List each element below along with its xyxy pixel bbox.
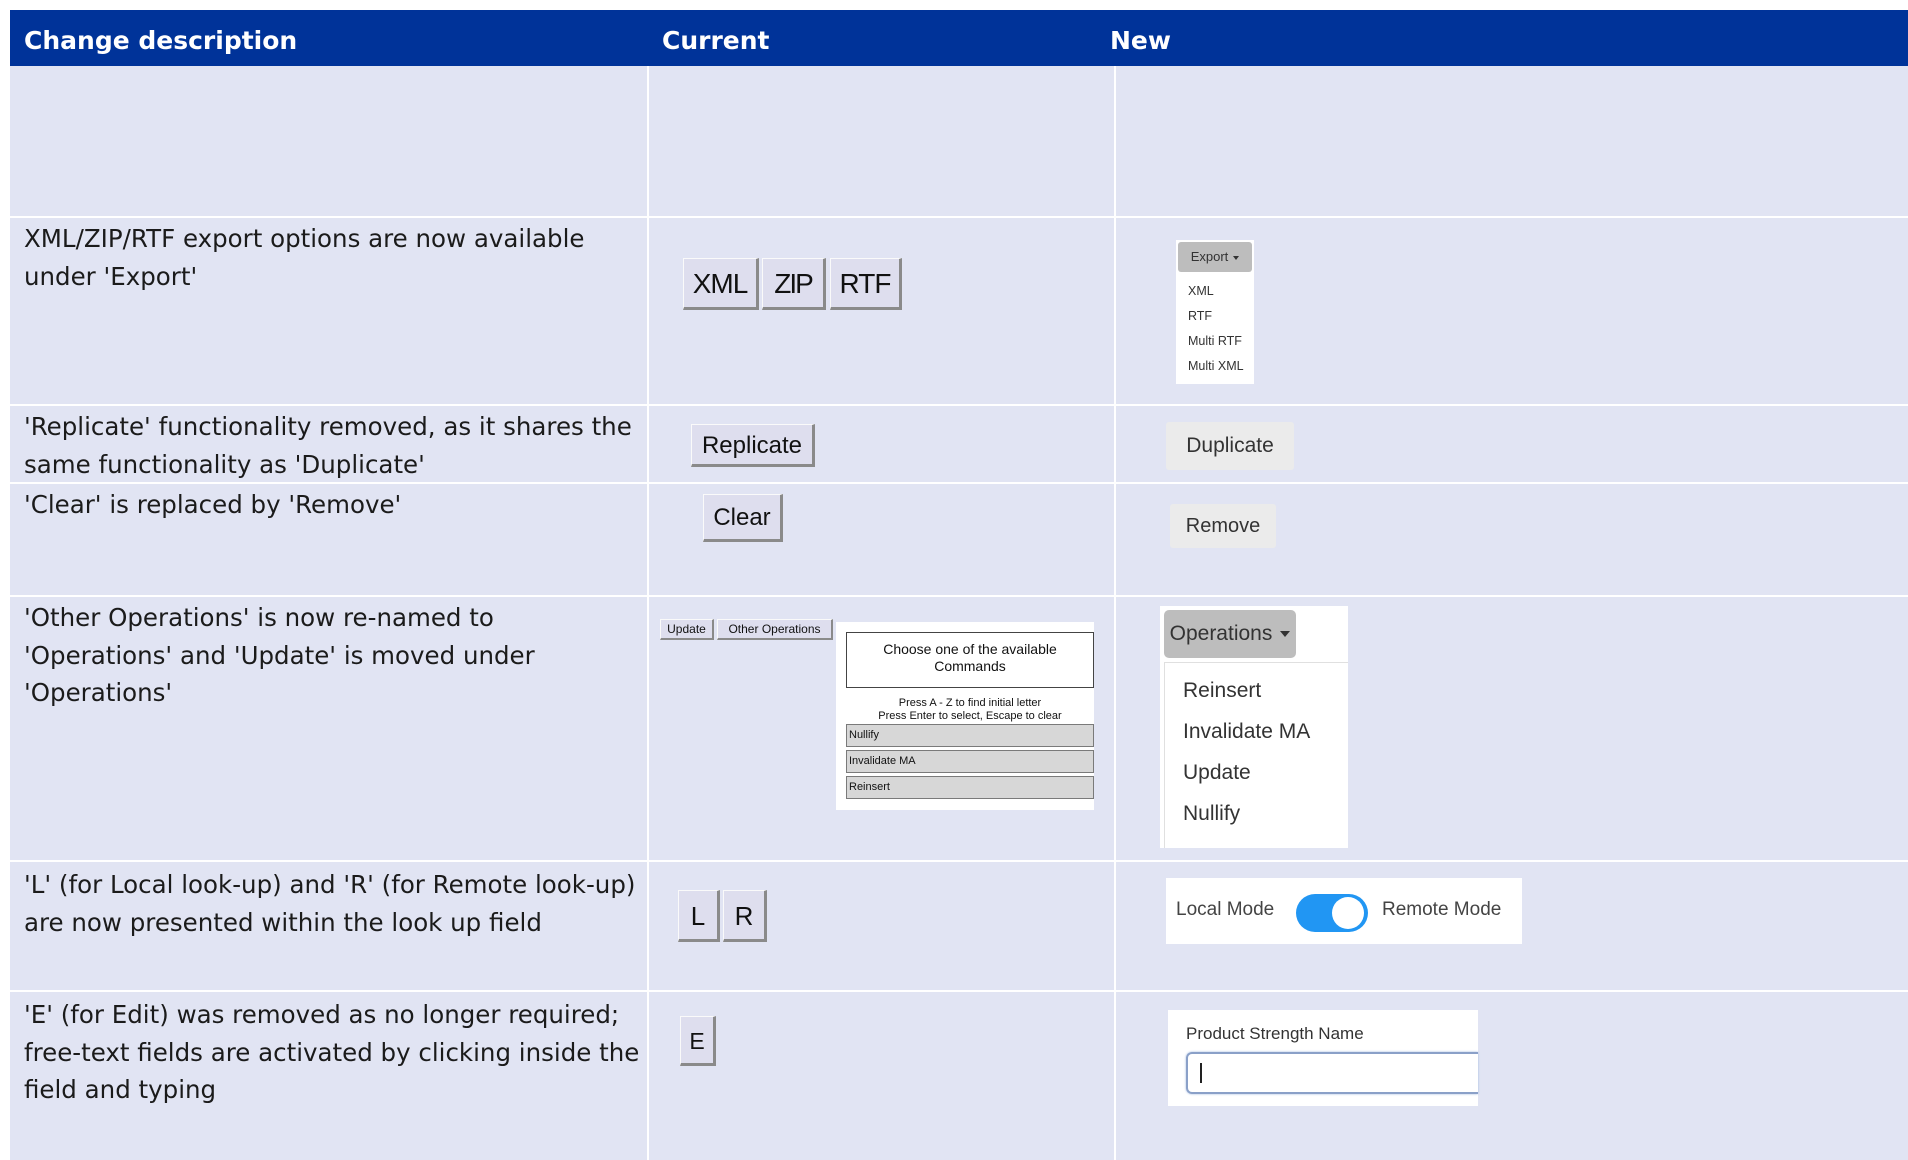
- local-mode-label: Local Mode: [1176, 899, 1275, 920]
- export-menu-item-xml[interactable]: XML: [1188, 284, 1214, 298]
- product-strength-input[interactable]: [1186, 1052, 1478, 1094]
- export-button-label: Export: [1190, 249, 1229, 264]
- mode-toggle[interactable]: [1296, 894, 1368, 932]
- export-dropdown-menu: Export XML RTF Multi RTF Multi XML: [1176, 240, 1254, 384]
- change-table: Change description Current New XML/ZIP/R…: [10, 10, 1908, 1160]
- other-operations-button[interactable]: Other Operations: [717, 619, 833, 640]
- header-change-description: Change description: [24, 26, 298, 55]
- row-divider: [10, 990, 1908, 992]
- operations-menu-item-nullify[interactable]: Nullify: [1183, 802, 1240, 826]
- update-button[interactable]: Update: [660, 619, 714, 640]
- row-divider: [10, 216, 1908, 218]
- row-divider: [10, 860, 1908, 862]
- export-menu-item-rtf[interactable]: RTF: [1188, 309, 1212, 323]
- operations-dropdown-button[interactable]: Operations: [1164, 610, 1296, 658]
- command-item-invalidate-ma[interactable]: Invalidate MA: [846, 750, 1094, 773]
- header-current: Current: [662, 26, 770, 55]
- remote-lookup-button[interactable]: R: [723, 890, 767, 942]
- rtf-export-button[interactable]: RTF: [830, 258, 902, 310]
- table-header: Change description Current New: [10, 10, 1908, 66]
- caret-down-icon: [1233, 255, 1240, 260]
- lookup-mode-switch: Local Mode Remote Mode: [1166, 878, 1522, 944]
- column-divider: [647, 66, 649, 1160]
- field-label: Product Strength Name: [1186, 1024, 1364, 1043]
- row-description: 'L' (for Local look-up) and 'R' (for Rem…: [24, 870, 636, 937]
- toggle-knob: [1332, 897, 1364, 929]
- row-description: 'E' (for Edit) was removed as no longer …: [24, 1000, 640, 1104]
- remote-mode-label: Remote Mode: [1382, 899, 1502, 920]
- local-lookup-button[interactable]: L: [678, 890, 720, 942]
- export-menu-item-multi-rtf[interactable]: Multi RTF: [1188, 334, 1242, 348]
- row-description: 'Clear' is replaced by 'Remove': [24, 490, 402, 519]
- operations-menu-item-update[interactable]: Update: [1183, 761, 1251, 785]
- dialog-hint: Press A - Z to find initial letter Press…: [878, 697, 1062, 722]
- export-menu-item-multi-xml[interactable]: Multi XML: [1188, 359, 1244, 373]
- row-description: 'Replicate' functionality removed, as it…: [24, 412, 632, 479]
- operations-button-label: Operations: [1169, 622, 1273, 645]
- remove-button[interactable]: Remove: [1170, 504, 1276, 548]
- zip-export-button[interactable]: ZIP: [762, 258, 826, 310]
- xml-export-button[interactable]: XML: [683, 258, 759, 310]
- row-description: 'Other Operations' is now re-named to 'O…: [24, 603, 535, 707]
- operations-menu-item-reinsert[interactable]: Reinsert: [1183, 679, 1261, 703]
- product-strength-field: Product Strength Name: [1168, 1010, 1478, 1106]
- duplicate-button[interactable]: Duplicate: [1166, 422, 1294, 470]
- caret-down-icon: [1280, 631, 1291, 638]
- header-new: New: [1110, 26, 1171, 55]
- operations-dropdown: Operations Reinsert Invalidate MA Update…: [1160, 606, 1348, 848]
- row-description: XML/ZIP/RTF export options are now avail…: [24, 224, 585, 291]
- replicate-button[interactable]: Replicate: [691, 424, 815, 467]
- operations-menu: Reinsert Invalidate MA Update Nullify: [1164, 662, 1348, 848]
- operations-menu-item-invalidate-ma[interactable]: Invalidate MA: [1183, 720, 1310, 744]
- export-dropdown-button[interactable]: Export: [1178, 242, 1252, 272]
- clear-button[interactable]: Clear: [703, 494, 783, 542]
- dialog-title: Choose one of the available Commands: [846, 632, 1094, 688]
- row-divider: [10, 595, 1908, 597]
- command-item-nullify[interactable]: Nullify: [846, 724, 1094, 747]
- edit-button[interactable]: E: [680, 1016, 716, 1066]
- text-cursor: [1200, 1063, 1202, 1083]
- row-divider: [10, 404, 1908, 406]
- column-divider: [1114, 66, 1116, 1160]
- command-item-reinsert[interactable]: Reinsert: [846, 776, 1094, 799]
